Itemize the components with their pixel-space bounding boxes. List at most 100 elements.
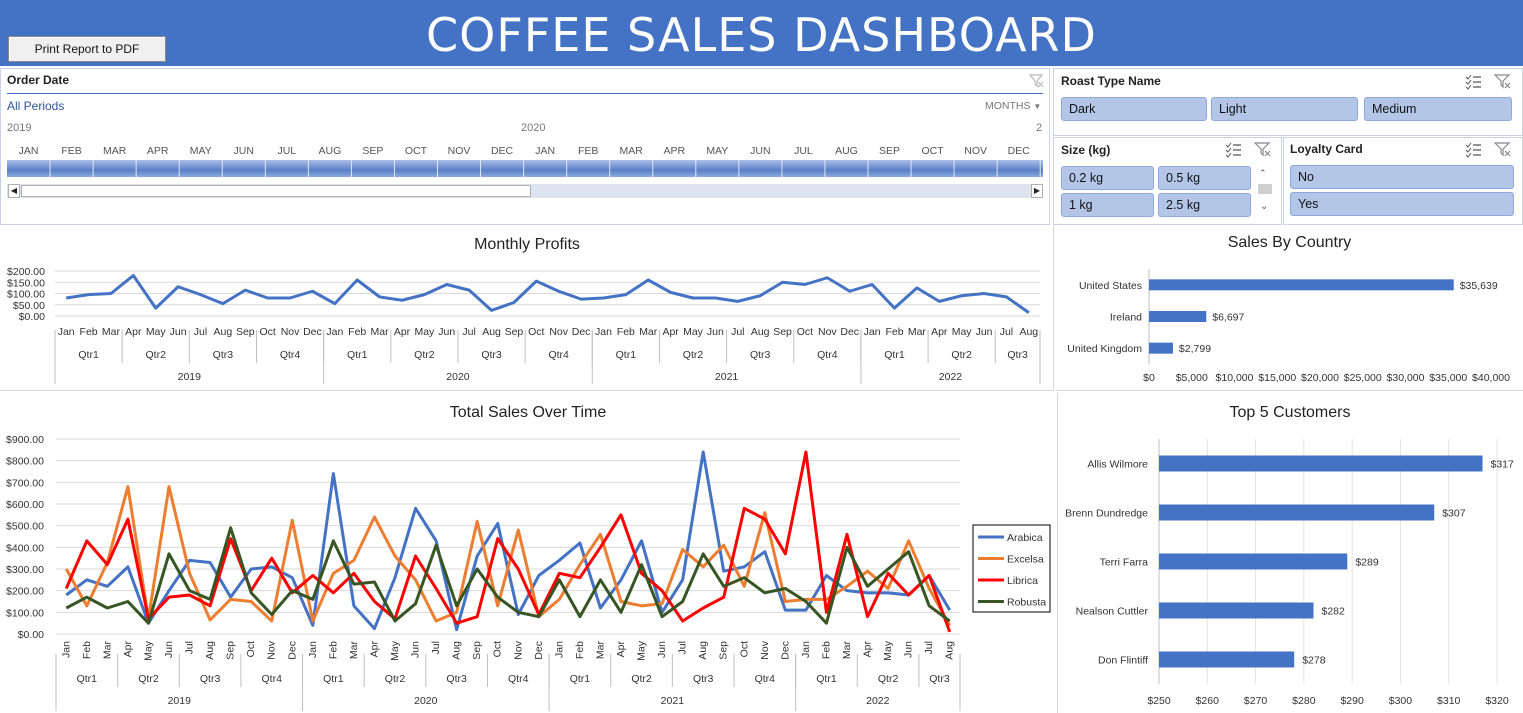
monthly-profits-chart: $200.00$150.00$100.00$50.00$0.00 Jan Feb Ma… — [7, 266, 1041, 384]
axis-month-label: Sep — [471, 641, 483, 660]
timeline-month-label[interactable]: AUG — [826, 145, 866, 157]
x-tick-label: $35,000 — [1429, 372, 1467, 384]
axis-month-label: Dec — [286, 641, 298, 660]
y-tick-label: $200.00 — [6, 586, 44, 598]
timeline-month-label[interactable]: JUN — [224, 145, 264, 157]
country-bar — [1149, 311, 1207, 322]
clear-filter-icon[interactable] — [1493, 72, 1513, 90]
multi-select-icon[interactable] — [1223, 140, 1243, 158]
roast-option-dark[interactable]: Dark — [1061, 97, 1207, 121]
axis-month-label: Sep — [718, 641, 730, 660]
country-bar — [1149, 279, 1454, 291]
size-option-0-5kg[interactable]: 0.5 kg — [1158, 166, 1251, 190]
timeline-month-label[interactable]: FEB — [568, 145, 608, 157]
axis-quarter-label: Qtr3 — [481, 349, 502, 361]
axis-month-label: Dec — [572, 326, 591, 338]
timeline-month-label[interactable]: MAR — [95, 145, 135, 157]
timeline-month-label[interactable]: NOV — [439, 145, 479, 157]
axis-month-label: Jul — [1000, 326, 1013, 338]
multi-select-icon[interactable] — [1463, 140, 1483, 158]
y-tick-label: $200.00 — [7, 266, 45, 278]
axis-month-label: Jul — [731, 326, 744, 338]
timeline-month-label[interactable]: NOV — [956, 145, 996, 157]
axis-month-label: Jun — [707, 326, 724, 338]
axis-month-label: Jun — [438, 326, 455, 338]
x-tick-label: $290 — [1340, 695, 1364, 707]
axis-month-label: May — [636, 640, 648, 661]
timeline-month-label[interactable]: APR — [654, 145, 694, 157]
timeline-month-label[interactable]: FEB — [52, 145, 92, 157]
timeline-scroll-thumb[interactable] — [21, 185, 531, 197]
scroll-down-icon[interactable]: ⌄ — [1260, 201, 1268, 212]
size-option-2-5kg[interactable]: 2.5 kg — [1158, 193, 1251, 217]
roast-option-medium[interactable]: Medium — [1364, 97, 1512, 121]
y-tick-label: $800.00 — [6, 456, 44, 468]
axis-quarter-label: Qtr2 — [146, 349, 167, 361]
axis-month-label: Mar — [639, 326, 658, 338]
axis-month-label: Sep — [236, 326, 255, 338]
timeline-month-label[interactable]: MAR — [611, 145, 651, 157]
timeline-month-label[interactable]: MAY — [697, 145, 737, 157]
axis-quarter-label: Qtr1 — [77, 673, 98, 685]
timeline-month-label[interactable]: JUL — [267, 145, 307, 157]
clear-filter-icon[interactable] — [1253, 140, 1273, 158]
axis-quarter-label: Qtr2 — [683, 349, 704, 361]
timeline-month-label[interactable]: JUL — [783, 145, 823, 157]
timeline-month-label[interactable]: JAN — [525, 145, 565, 157]
axis-month-label: May — [414, 326, 435, 338]
customer-bar — [1159, 455, 1483, 472]
size-option-0-2kg[interactable]: 0.2 kg — [1061, 166, 1154, 190]
country-bar — [1149, 342, 1173, 354]
axis-quarter-label: Qtr2 — [878, 673, 899, 685]
axis-year-label: 2021 — [661, 695, 685, 707]
timeline-title: Order Date — [7, 73, 70, 87]
timeline-month-label[interactable]: AUG — [310, 145, 350, 157]
axis-month-label: May — [952, 326, 973, 338]
timeline-month-label[interactable]: MAY — [181, 145, 221, 157]
axis-quarter-label: Qtr4 — [262, 673, 283, 685]
axis-quarter-label: Qtr1 — [884, 349, 905, 361]
axis-quarter-label: Qtr4 — [817, 349, 838, 361]
timeline-month-label[interactable]: OCT — [396, 145, 436, 157]
timeline-month-label[interactable]: DEC — [999, 145, 1039, 157]
timeline-month-label[interactable]: APR — [138, 145, 178, 157]
scroll-right-icon[interactable]: ▶ — [1031, 184, 1043, 198]
axis-month-label: Aug — [482, 326, 501, 338]
timeline-month-label[interactable]: OCT — [913, 145, 953, 157]
clear-filter-icon[interactable] — [1493, 140, 1513, 158]
timeline-month-label[interactable]: SEP — [353, 145, 393, 157]
customer-bar — [1159, 602, 1314, 619]
axis-quarter-label: Qtr4 — [280, 349, 301, 361]
axis-year-label: 2022 — [939, 371, 963, 383]
axis-month-label: Aug — [944, 641, 956, 660]
axis-quarter-label: Qtr1 — [616, 349, 637, 361]
timeline-month-label[interactable]: JAN — [9, 145, 49, 157]
axis-quarter-label: Qtr1 — [347, 349, 368, 361]
y-tick-label: $0.00 — [18, 629, 44, 641]
print-report-button[interactable]: Print Report to PDF — [8, 36, 166, 62]
timeline-month-label[interactable]: SEP — [870, 145, 910, 157]
axis-month-label: Apr — [862, 641, 874, 658]
size-option-1kg[interactable]: 1 kg — [1061, 193, 1154, 217]
axis-month-label: Aug — [451, 641, 463, 660]
timeline-month-label[interactable]: JUN — [740, 145, 780, 157]
x-tick-label: $260 — [1196, 695, 1220, 707]
axis-month-label: Feb — [348, 326, 366, 338]
timeline-level-dropdown[interactable]: MONTHS ▼ — [985, 100, 1041, 112]
axis-month-label: Feb — [885, 326, 903, 338]
category-label: Nealson Cuttler — [1076, 606, 1149, 618]
scroll-up-icon[interactable]: ⌃ — [1259, 168, 1267, 179]
roast-option-light[interactable]: Light — [1211, 97, 1358, 121]
axis-year-label: 2021 — [715, 371, 739, 383]
axis-month-label: Sep — [225, 641, 237, 660]
scroll-left-icon[interactable]: ◀ — [8, 184, 20, 198]
total-sales-chart: $900.00 $800.00 $700.00 $600.00 $500.00 $400.… — [6, 434, 1051, 711]
loyalty-option-yes[interactable]: Yes — [1290, 192, 1514, 216]
multi-select-icon[interactable] — [1463, 72, 1483, 90]
axis-month-label: Apr — [662, 326, 679, 338]
loyalty-option-no[interactable]: No — [1290, 165, 1514, 189]
timeline-month-label[interactable]: DEC — [482, 145, 522, 157]
slicer-scroll-thumb[interactable] — [1258, 184, 1272, 194]
clear-filter-icon[interactable] — [1028, 72, 1044, 88]
legend-label: Arabica — [1007, 532, 1043, 544]
